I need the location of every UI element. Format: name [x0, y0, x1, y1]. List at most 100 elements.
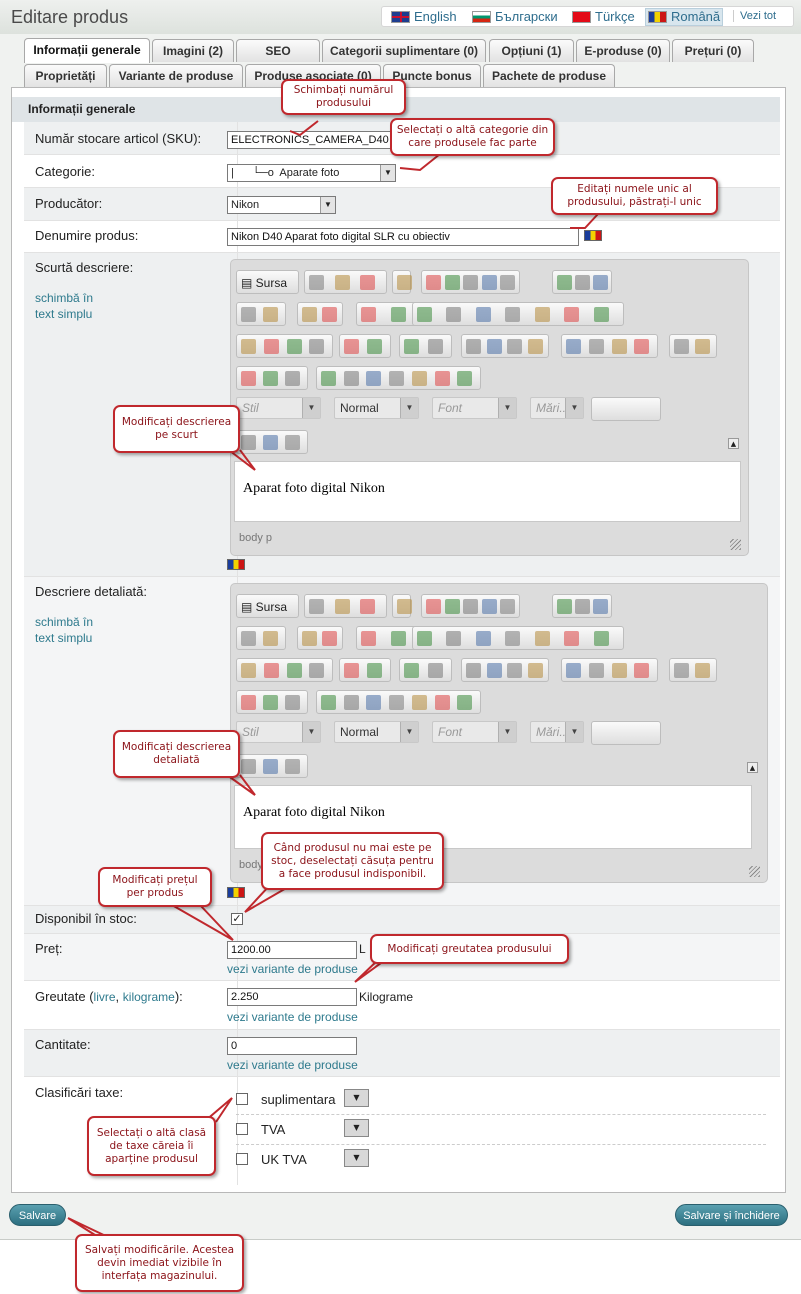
tab-variants[interactable]: Variante de produse [109, 64, 243, 87]
toolbar-icon[interactable] [557, 599, 572, 614]
color-buttons[interactable] [591, 721, 661, 745]
toolbar-icon[interactable] [475, 307, 491, 322]
toolbar-icon[interactable] [309, 339, 325, 354]
source-button[interactable]: ▤ Sursa [241, 600, 287, 614]
resize-grip-icon[interactable] [730, 539, 741, 550]
toolbar-icon[interactable] [426, 275, 441, 290]
toolbar-icon[interactable] [360, 275, 376, 290]
toolbar-icon[interactable] [309, 275, 324, 290]
styles-combo[interactable]: Stil ▼ [236, 721, 321, 743]
resize-grip-icon[interactable] [749, 866, 760, 877]
toolbar-icon[interactable] [321, 695, 336, 710]
toolbar-icon[interactable] [674, 339, 689, 354]
toolbar-icon[interactable] [527, 339, 543, 354]
toolbar-icon[interactable] [505, 307, 521, 322]
toolbar-icon[interactable] [505, 631, 521, 646]
toolbar-icon[interactable] [360, 599, 376, 614]
toolbar-icon[interactable] [389, 695, 405, 710]
source-button[interactable]: ▤ Sursa [241, 276, 287, 290]
toolbar-icon[interactable] [285, 759, 300, 774]
plain-text-toggle-link[interactable]: schimbă în [35, 291, 93, 305]
toolbar-icon[interactable] [575, 599, 590, 614]
toolbar-icon[interactable] [588, 663, 604, 678]
toolbar-icon[interactable] [285, 435, 300, 450]
toolbar-icon[interactable] [404, 663, 419, 678]
manufacturer-select[interactable]: Nikon ▼ [227, 196, 336, 214]
toolbar-icon[interactable] [427, 339, 443, 354]
toolbar-icon[interactable] [463, 599, 479, 614]
toolbar-icon[interactable] [426, 599, 441, 614]
toolbar-icon[interactable] [566, 339, 581, 354]
pounds-link[interactable]: livre [94, 990, 116, 1004]
size-combo[interactable]: Mări... ▼ [530, 721, 584, 743]
styles-combo[interactable]: Stil ▼ [236, 397, 321, 419]
tab-images[interactable]: Imagini (2) [152, 39, 234, 62]
sku-input[interactable]: ELECTRONICS_CAMERA_D40 [227, 131, 399, 149]
toolbar-icon[interactable] [286, 663, 302, 678]
quantity-variants-link[interactable]: vezi variante de produse [227, 1058, 358, 1072]
tab-prices[interactable]: Prețuri (0) [672, 39, 754, 62]
toolbar-icon[interactable] [411, 371, 427, 386]
toolbar-icon[interactable] [263, 759, 278, 774]
lang-english[interactable]: English [391, 9, 457, 25]
toolbar-icon[interactable] [486, 663, 502, 678]
tab-e-products[interactable]: E-produse (0) [576, 39, 670, 62]
toolbar-icon[interactable] [634, 339, 650, 354]
toolbar-icon[interactable] [302, 307, 317, 322]
tab-seo[interactable]: SEO [236, 39, 320, 62]
toolbar-icon[interactable] [397, 599, 412, 614]
toolbar-icon[interactable] [322, 631, 337, 646]
toolbar-icon[interactable] [534, 631, 550, 646]
tab-general-info[interactable]: Informații generale [24, 38, 150, 63]
editor-content-area[interactable]: Aparat foto digital Nikon [234, 461, 741, 522]
font-combo[interactable]: Font ▼ [432, 397, 517, 419]
toolbar-icon[interactable] [507, 663, 522, 678]
toolbar-icon[interactable] [366, 371, 382, 386]
toolbar-icon[interactable] [344, 663, 359, 678]
tax-rate-select[interactable]: ▼ [344, 1149, 369, 1167]
collapse-toolbar-button[interactable]: ▲ [747, 762, 758, 773]
toolbar-icon[interactable] [674, 663, 689, 678]
toolbar-icon[interactable] [527, 663, 543, 678]
toolbar-icon[interactable] [241, 307, 256, 322]
price-input[interactable]: 1200.00 [227, 941, 357, 959]
font-combo[interactable]: Font ▼ [432, 721, 517, 743]
in-stock-checkbox[interactable]: ✓ [231, 913, 243, 925]
toolbar-icon[interactable] [695, 339, 710, 354]
tax-checkbox[interactable] [236, 1153, 248, 1165]
toolbar-icon[interactable] [486, 339, 502, 354]
toolbar-icon[interactable] [367, 663, 382, 678]
tab-properties[interactable]: Proprietăți [24, 64, 107, 87]
toolbar-icon[interactable] [434, 695, 450, 710]
toolbar-icon[interactable] [322, 307, 337, 322]
toolbar-icon[interactable] [241, 695, 256, 710]
toolbar-icon[interactable] [457, 371, 473, 386]
lang-turkish[interactable]: Türkçe [572, 9, 635, 25]
tab-options[interactable]: Opțiuni (1) [489, 39, 574, 62]
toolbar-icon[interactable] [344, 339, 359, 354]
toolbar-icon[interactable] [564, 307, 580, 322]
toolbar-icon[interactable] [286, 339, 302, 354]
toolbar-icon[interactable] [263, 371, 278, 386]
toolbar-icon[interactable] [564, 631, 580, 646]
toolbar-icon[interactable] [500, 275, 516, 290]
toolbar-icon[interactable] [575, 275, 590, 290]
toolbar-icon[interactable] [475, 631, 491, 646]
toolbar-icon[interactable] [241, 759, 256, 774]
toolbar-icon[interactable] [390, 307, 406, 322]
toolbar-icon[interactable] [593, 307, 609, 322]
toolbar-icon[interactable] [263, 307, 278, 322]
toolbar-icon[interactable] [417, 307, 432, 322]
lang-bulgarian[interactable]: Български [472, 9, 558, 25]
toolbar-icon[interactable] [241, 371, 256, 386]
toolbar-icon[interactable] [463, 275, 479, 290]
toolbar-icon[interactable] [593, 631, 609, 646]
toolbar-icon[interactable] [263, 663, 279, 678]
toolbar-icon[interactable] [411, 695, 427, 710]
format-combo[interactable]: Normal ▼ [334, 721, 419, 743]
toolbar-icon[interactable] [285, 695, 300, 710]
toolbar-icon[interactable] [302, 631, 317, 646]
toolbar-icon[interactable] [481, 275, 497, 290]
toolbar-icon[interactable] [367, 339, 382, 354]
toolbar-icon[interactable] [593, 275, 608, 290]
